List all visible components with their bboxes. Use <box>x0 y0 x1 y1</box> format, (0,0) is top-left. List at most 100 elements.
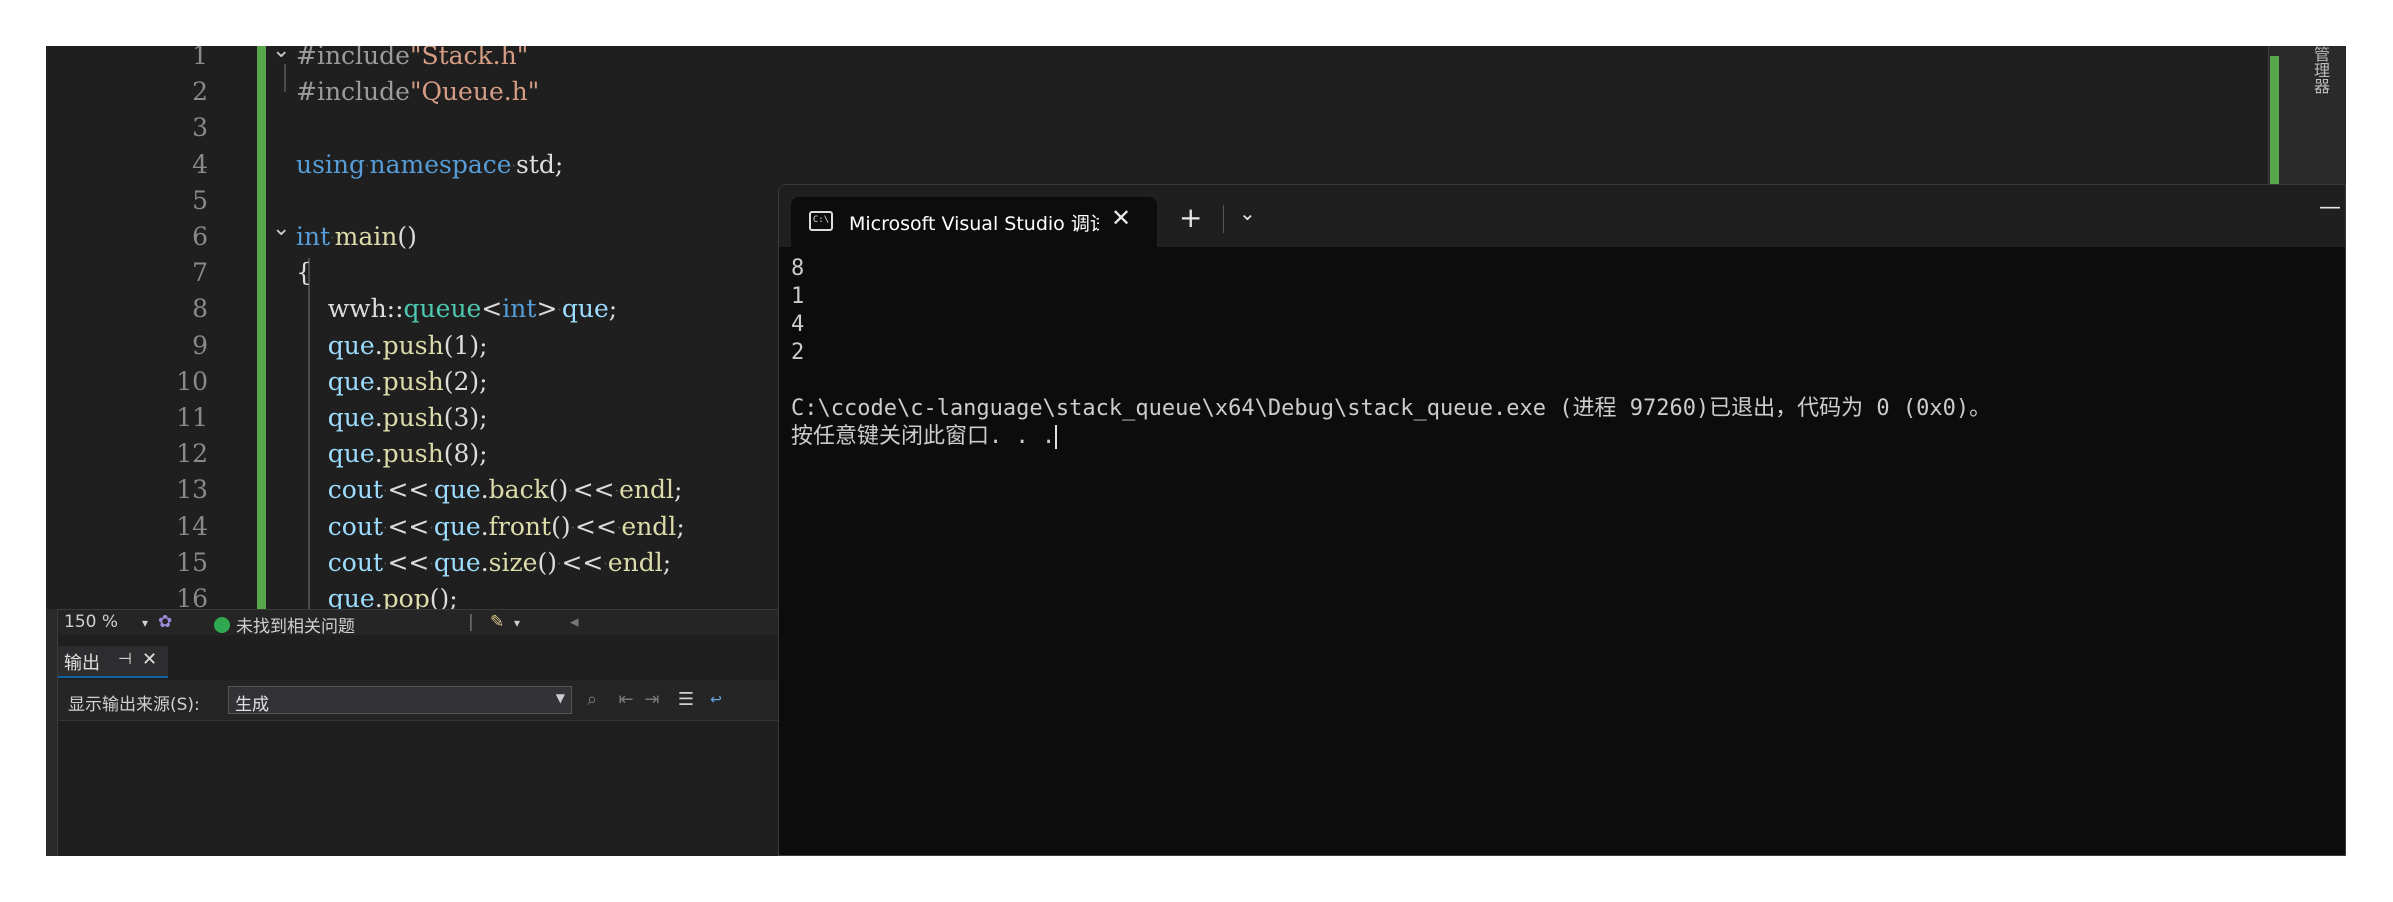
terminal-output[interactable]: 8 1 4 2 C:\ccode\c-language\stack_queue\x64\… <box>791 255 2331 845</box>
output-text-area[interactable] <box>58 720 828 856</box>
code-token: que <box>561 294 609 324</box>
chevron-down-icon: ▼ <box>555 691 565 705</box>
code-token: > <box>536 294 558 324</box>
code-token: < <box>481 294 503 324</box>
line-number: 15 <box>176 547 208 577</box>
code-token: << <box>561 547 604 577</box>
code-token: (1); <box>443 330 488 360</box>
scrollbar-change-marker <box>2270 56 2279 196</box>
brush-icon[interactable]: ✎ <box>490 612 504 632</box>
chevron-down-icon[interactable]: ⌄ <box>1239 201 1256 225</box>
fold-chevron-icon[interactable]: ⌄ <box>272 216 290 241</box>
code-line: cout·<<·que.front()·<<·endl; <box>296 509 685 545</box>
line-number: 9 <box>192 330 208 360</box>
code-token: (3); <box>443 403 488 432</box>
code-token: () <box>537 547 557 577</box>
new-tab-button[interactable]: + <box>1179 201 1202 234</box>
code-token: queue <box>403 294 482 324</box>
clear-all-icon[interactable]: ☰ <box>674 688 698 712</box>
code-line: using·namespace·std; <box>296 147 563 183</box>
solution-explorer-tab[interactable]: 管理器 <box>2311 46 2332 94</box>
code-line: que.push(8); <box>296 436 488 472</box>
issues-status[interactable]: 未找到相关问题 <box>236 612 355 637</box>
line-number: 3 <box>192 113 208 143</box>
output-source-label: 显示输出来源(S): <box>68 695 200 715</box>
code-token: back <box>488 475 549 505</box>
tab-debug-console[interactable]: C:\ Microsoft Visual Studio 调试控制台 ✕ <box>791 197 1157 247</box>
code-token: << <box>387 475 430 505</box>
next-message-icon[interactable]: ⇥ <box>640 688 664 712</box>
visual-studio-window: 1 2 3 4 5 6 7 8 9 10 11 12 13 14 15 16 ⌄ ⌄ #include"Sta… <box>46 46 2346 856</box>
pin-icon[interactable]: ⊣ <box>118 649 132 668</box>
code-token: main <box>334 222 398 251</box>
solution-explorer-rail[interactable] <box>2268 46 2346 196</box>
line-number: 10 <box>176 366 208 396</box>
line-number: 4 <box>192 149 208 179</box>
code-token: ; <box>676 511 685 541</box>
code-token: . <box>480 511 489 541</box>
code-token: namespace <box>369 149 512 179</box>
close-icon[interactable]: ✕ <box>142 649 157 670</box>
terminal-line-text: 按任意键关闭此窗口. . . <box>791 424 1056 449</box>
scroll-left-icon[interactable]: ◂ <box>570 612 579 632</box>
terminal-line: 2 <box>791 339 2331 367</box>
code-line: que.push(2); <box>296 364 488 400</box>
close-icon[interactable]: ✕ <box>1111 204 1131 232</box>
previous-message-icon[interactable]: ⇤ <box>614 688 638 712</box>
code-token: std; <box>515 149 564 179</box>
code-token: #include <box>296 46 410 70</box>
tab-output[interactable]: 输出 ⊣ ✕ <box>58 646 168 678</box>
code-token: "Queue.h" <box>409 77 540 107</box>
terminal-line-text: 1 <box>791 284 805 309</box>
brush-dropdown-icon[interactable]: ▾ <box>514 616 520 630</box>
code-line: wwh::queue<int>·que; <box>296 291 617 327</box>
line-number: 13 <box>176 475 208 505</box>
code-line: cout·<<·que.size()·<<·endl; <box>296 545 671 581</box>
tab-divider <box>1223 205 1224 233</box>
terminal-line-text: 4 <box>791 312 805 337</box>
code-token: . <box>480 547 489 577</box>
code-token: que <box>433 475 481 505</box>
line-number: 2 <box>192 77 208 107</box>
code-token: cout <box>296 511 383 541</box>
zoom-dropdown-icon[interactable]: ▾ <box>142 616 148 630</box>
line-number: 8 <box>192 294 208 324</box>
word-wrap-icon[interactable]: ↩ <box>704 688 728 712</box>
code-token: ; <box>662 547 672 577</box>
terminal-line: 按任意键关闭此窗口. . . <box>791 423 2331 451</box>
code-token: endl <box>619 475 674 505</box>
code-token: . <box>374 366 383 396</box>
output-source-value: 生成 <box>235 695 269 715</box>
code-token: (8); <box>443 439 488 469</box>
debug-console-window[interactable]: C:\ Microsoft Visual Studio 调试控制台 ✕ + ⌄ … <box>778 184 2346 856</box>
code-token: ; <box>673 475 683 505</box>
code-line: #include"Stack.h" <box>296 46 528 74</box>
fold-chevron-icon[interactable]: ⌄ <box>272 46 290 63</box>
code-line: #include"Queue.h" <box>296 74 539 110</box>
code-token: que <box>296 439 375 469</box>
line-number: 12 <box>176 439 208 469</box>
code-token: . <box>480 475 489 505</box>
line-number: 14 <box>176 511 208 541</box>
minimize-button[interactable]: — <box>2319 195 2341 220</box>
code-token: que <box>296 330 375 360</box>
code-token: . <box>374 403 383 432</box>
change-tracking-bar <box>257 46 266 609</box>
code-token: () <box>548 475 569 505</box>
code-token: ; <box>608 294 618 324</box>
code-token: { <box>296 258 312 288</box>
code-token: << <box>575 511 617 541</box>
output-toolbar: 显示输出来源(S): 生成 ▼ ⌕ ⇤ ⇥ ☰ ↩ <box>58 680 828 720</box>
output-tab-label: 输出 <box>64 653 100 674</box>
output-source-select[interactable]: 生成 ▼ <box>228 686 572 715</box>
find-message-icon[interactable]: ⌕ <box>580 688 604 712</box>
line-number-gutter: 1 2 3 4 5 6 7 8 9 10 11 12 13 14 15 16 <box>58 46 208 613</box>
code-token: int <box>502 294 537 324</box>
copilot-icon[interactable]: ✿ <box>158 612 172 632</box>
code-token: . <box>374 439 383 469</box>
zoom-level[interactable]: 150 % <box>64 612 118 632</box>
code-token: que <box>296 403 375 432</box>
line-number: 11 <box>176 403 208 432</box>
code-line: que.push(1); <box>296 328 488 364</box>
code-token: #include <box>296 77 410 107</box>
